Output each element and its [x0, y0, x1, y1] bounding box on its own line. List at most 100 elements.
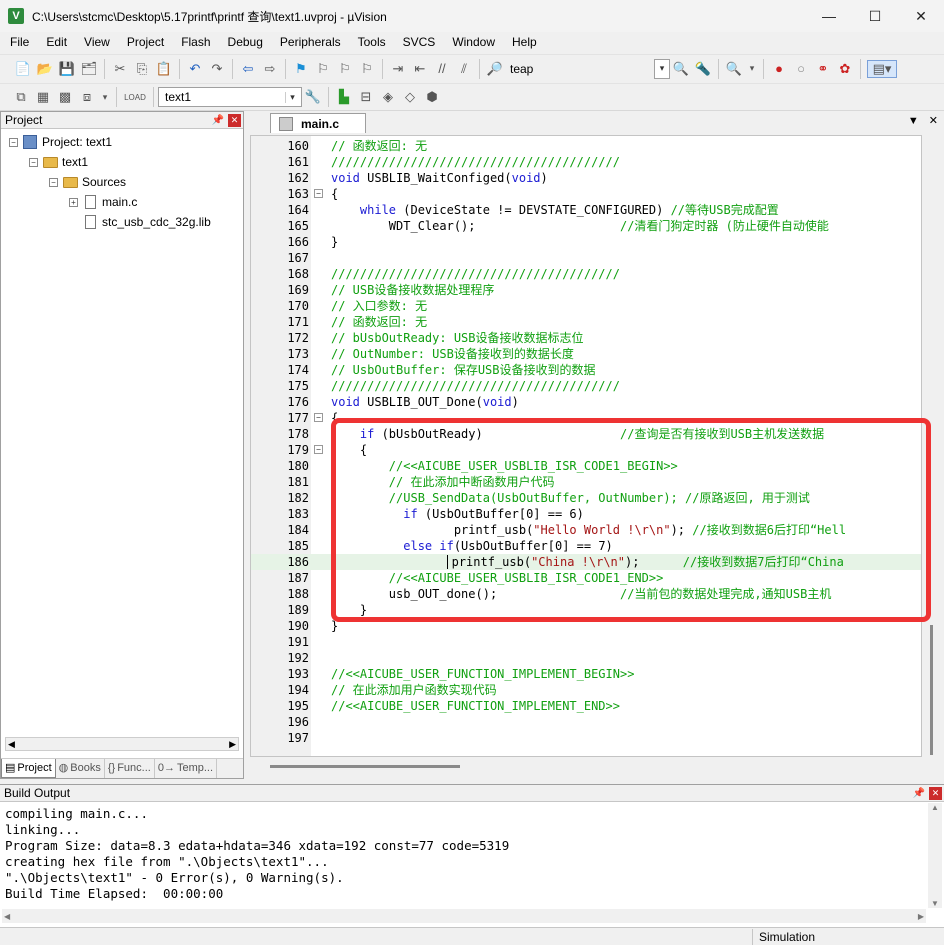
- close-icon[interactable]: ✕: [929, 786, 942, 800]
- collapse-icon[interactable]: −: [29, 157, 38, 167]
- build-vertical-scrollbar[interactable]: ▲ ▼: [928, 803, 942, 908]
- code-line[interactable]: 179− {: [251, 442, 921, 458]
- pin-icon[interactable]: 📌: [913, 788, 925, 799]
- bookmark-icon[interactable]: ⚑: [292, 60, 310, 78]
- collapse-icon[interactable]: −: [49, 177, 58, 187]
- code-line[interactable]: 191: [251, 634, 921, 650]
- menu-flash[interactable]: Flash: [171, 32, 217, 52]
- code-line[interactable]: 178 if (bUsbOutReady) //查询是否有接收到USB主机发送数…: [251, 426, 921, 442]
- menu-window[interactable]: Window: [442, 32, 502, 52]
- code-line[interactable]: 162 void USBLIB_WaitConfiged(void): [251, 170, 921, 186]
- code-line[interactable]: 172 // bUsbOutReady: USB设备接收数据标志位: [251, 330, 921, 346]
- code-line[interactable]: 165 WDT_Clear(); //清看门狗定时器 (防止硬件自动使能: [251, 218, 921, 234]
- code-line[interactable]: 186 printf_usb("China !\r\n"); //接收到数据7后…: [251, 554, 921, 570]
- code-line[interactable]: 196: [251, 714, 921, 730]
- menu-project[interactable]: Project: [117, 32, 171, 52]
- code-line[interactable]: 173 // OutNumber: USB设备接收到的数据长度: [251, 346, 921, 362]
- scroll-left-icon[interactable]: ◀: [4, 912, 10, 921]
- code-line[interactable]: 195 //<<AICUBE_USER_FUNCTION_IMPLEMENT_EN…: [251, 698, 921, 714]
- code-line[interactable]: 188 usb_OUT_done(); //当前包的数据处理完成,通知USB主机: [251, 586, 921, 602]
- code-line[interactable]: 192: [251, 650, 921, 666]
- code-line[interactable]: 190}: [251, 618, 921, 634]
- nav-forward-icon[interactable]: ⇨: [261, 60, 279, 78]
- paste-icon[interactable]: 📋: [155, 60, 173, 78]
- indent-icon[interactable]: ⇥: [389, 60, 407, 78]
- maximize-button[interactable]: ☐: [852, 0, 898, 32]
- menu-file[interactable]: File: [0, 32, 36, 52]
- open-file-icon[interactable]: 📂: [36, 60, 54, 78]
- code-line[interactable]: 183 if (UsbOutBuffer[0] == 6): [251, 506, 921, 522]
- next-bookmark-icon[interactable]: ⚐: [336, 60, 354, 78]
- menu-help[interactable]: Help: [502, 32, 544, 52]
- code-line[interactable]: 166}: [251, 234, 921, 250]
- scroll-left-icon[interactable]: ◀: [8, 739, 15, 750]
- rebuild-icon[interactable]: ▩: [56, 88, 74, 106]
- save-icon[interactable]: 💾: [58, 60, 76, 78]
- kill-breakpoints-icon[interactable]: ✿: [836, 60, 854, 78]
- build-icon[interactable]: ▦: [34, 88, 52, 106]
- undo-icon[interactable]: ↶: [186, 60, 204, 78]
- tree-file-lib[interactable]: stc_usb_cdc_32g.lib: [82, 212, 211, 232]
- editor-horizontal-scrollbar[interactable]: [250, 759, 922, 773]
- collapse-icon[interactable]: −: [9, 137, 18, 147]
- scroll-thumb[interactable]: [930, 625, 933, 755]
- menu-debug[interactable]: Debug: [218, 32, 270, 52]
- scroll-right-icon[interactable]: ▶: [918, 912, 924, 921]
- debug-session-icon[interactable]: 🔍: [725, 60, 743, 78]
- uncomment-icon[interactable]: ⫽: [455, 60, 473, 78]
- code-line[interactable]: 189 }: [251, 602, 921, 618]
- code-line[interactable]: 185 else if(UsbOutBuffer[0] == 7): [251, 538, 921, 554]
- select-packs-icon[interactable]: ⊟: [357, 88, 375, 106]
- code-line[interactable]: 184 printf_usb("Hello World !\r\n"); //接…: [251, 522, 921, 538]
- code-line[interactable]: 171 // 函数返回: 无: [251, 314, 921, 330]
- enable-breakpoint-icon[interactable]: ○: [792, 60, 810, 78]
- menu-tools[interactable]: Tools: [348, 32, 393, 52]
- fold-toggle-icon[interactable]: −: [314, 413, 323, 422]
- expand-icon[interactable]: +: [69, 197, 78, 207]
- tab-main-c[interactable]: main.c: [270, 113, 366, 133]
- code-line[interactable]: 175 /////////////////////////////////////…: [251, 378, 921, 394]
- code-line[interactable]: 163−{: [251, 186, 921, 202]
- cut-icon[interactable]: ✂: [111, 60, 129, 78]
- fold-toggle-icon[interactable]: −: [314, 189, 323, 198]
- scroll-thumb[interactable]: [270, 765, 460, 768]
- tab-list-dropdown-icon[interactable]: ▼: [908, 115, 919, 127]
- new-file-icon[interactable]: 📄: [14, 60, 32, 78]
- close-icon[interactable]: ✕: [228, 113, 241, 127]
- comment-icon[interactable]: //: [433, 60, 451, 78]
- build-horizontal-scrollbar[interactable]: ◀ ▶: [2, 909, 926, 923]
- prev-bookmark-icon[interactable]: ⚐: [314, 60, 332, 78]
- scroll-down-icon[interactable]: ▼: [931, 899, 939, 908]
- tab-functions[interactable]: {} Func...: [105, 759, 155, 778]
- fold-toggle-icon[interactable]: −: [314, 445, 323, 454]
- code-line[interactable]: 194 // 在此添加用户函数实现代码: [251, 682, 921, 698]
- code-line[interactable]: 170 // 入口参数: 无: [251, 298, 921, 314]
- pack-installer-icon[interactable]: ◇: [401, 88, 419, 106]
- tab-project[interactable]: ▤ Project: [1, 759, 56, 778]
- insert-breakpoint-icon[interactable]: ●: [770, 60, 788, 78]
- window-layout-icon[interactable]: ▤▾: [867, 59, 897, 78]
- manage-rte-icon[interactable]: ◈: [379, 88, 397, 106]
- menu-svcs[interactable]: SVCS: [393, 32, 443, 52]
- options-for-target-icon[interactable]: 🔧: [304, 88, 322, 106]
- scroll-right-icon[interactable]: ▶: [229, 739, 236, 750]
- code-line[interactable]: 182 //USB_SendData(UsbOutBuffer, OutNumb…: [251, 490, 921, 506]
- manage-project-items-icon[interactable]: ▙: [335, 88, 353, 106]
- code-line[interactable]: 181 // 在此添加中断函数用户代码: [251, 474, 921, 490]
- menu-peripherals[interactable]: Peripherals: [270, 32, 348, 52]
- find-in-files-icon[interactable]: 🔎: [486, 60, 504, 78]
- code-line[interactable]: 176 void USBLIB_OUT_Done(void): [251, 394, 921, 410]
- code-line[interactable]: 187 //<<AICUBE_USER_USBLIB_ISR_CODE1_END…: [251, 570, 921, 586]
- code-line[interactable]: 167: [251, 250, 921, 266]
- disable-breakpoints-icon[interactable]: ⚭: [814, 60, 832, 78]
- nav-back-icon[interactable]: ⇦: [239, 60, 257, 78]
- target-select[interactable]: text1 ▾: [158, 87, 302, 107]
- minimize-button[interactable]: —: [806, 0, 852, 32]
- copy-icon[interactable]: ⎘: [133, 60, 151, 78]
- find-icon[interactable]: 🔍: [672, 60, 690, 78]
- tree-target[interactable]: − text1: [29, 152, 88, 172]
- debug-dropdown-icon[interactable]: ▾: [747, 60, 757, 78]
- code-line[interactable]: 168 /////////////////////////////////////…: [251, 266, 921, 282]
- menu-view[interactable]: View: [74, 32, 117, 52]
- stc-tool-icon[interactable]: ⬢: [423, 88, 441, 106]
